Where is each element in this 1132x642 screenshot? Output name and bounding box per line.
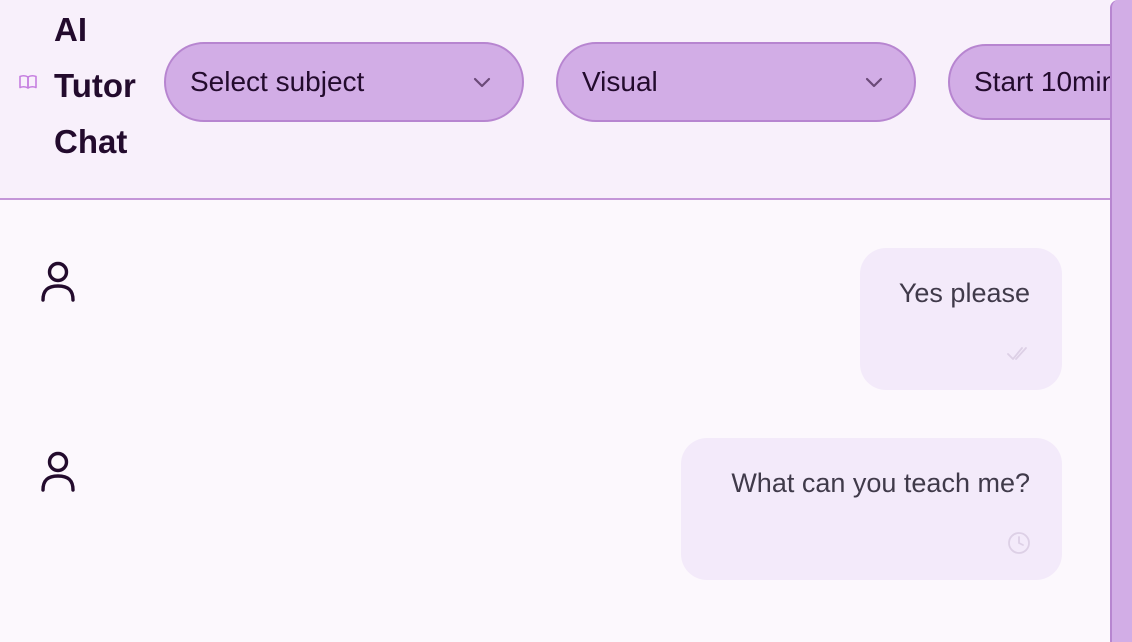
subject-select-value: Select subject	[190, 66, 365, 97]
learning-style-select-value: Visual	[582, 66, 658, 97]
message-text: Yes please	[898, 278, 1030, 308]
app-window: AI Tutor Chat Select subject Visual Star…	[0, 0, 1132, 642]
chevron-down-icon	[865, 77, 883, 88]
scrollbar[interactable]	[1110, 0, 1132, 642]
double-check-icon	[1007, 347, 1027, 360]
book-open-icon	[19, 75, 37, 89]
learning-style-select[interactable]: Visual	[556, 42, 916, 122]
message-bubble: What can you teach me?	[681, 438, 1062, 580]
header-bar: AI Tutor Chat Select subject Visual Star…	[0, 0, 1132, 200]
chevron-down-icon	[473, 77, 491, 88]
app-title-line-3: Chat	[54, 123, 128, 160]
start-session-button[interactable]: Start 10min	[948, 44, 1132, 120]
message-text: What can you teach me?	[731, 468, 1030, 498]
user-icon	[41, 451, 75, 492]
app-title: AI Tutor Chat	[54, 2, 154, 170]
subject-select[interactable]: Select subject	[164, 42, 524, 122]
app-title-line-2: Tutor	[54, 67, 136, 104]
chat-messages: Yes please What can you teach me?	[0, 200, 1110, 642]
user-icon	[41, 261, 75, 302]
clock-icon	[1008, 532, 1030, 554]
message-bubble: Yes please	[860, 248, 1062, 390]
app-title-line-1: AI	[54, 11, 87, 48]
